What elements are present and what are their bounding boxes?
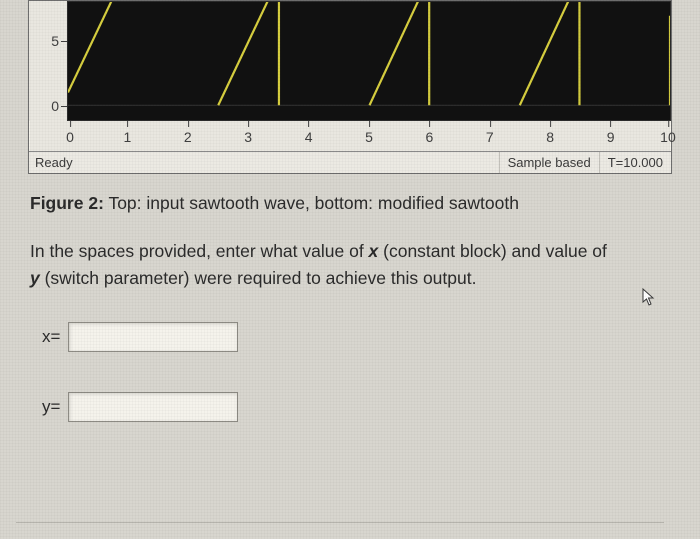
chart-panel: 5 0 [28, 0, 672, 174]
x-tick-8: 8 [546, 129, 554, 145]
status-time: T=10.000 [600, 152, 671, 173]
chart-svg [68, 2, 670, 120]
x-tick-2: 2 [184, 129, 192, 145]
prompt-part-1: In the spaces provided, enter what value… [30, 241, 369, 261]
x-tick-9: 9 [607, 129, 615, 145]
x-input[interactable] [68, 322, 238, 352]
figure-caption: Figure 2: Top: input sawtooth wave, bott… [30, 192, 670, 216]
var-x: x [369, 241, 379, 261]
figure-label: Figure 2: [30, 193, 104, 213]
answer-fields: x= y= [42, 322, 672, 422]
status-mode: Sample based [500, 152, 600, 173]
plot-area [67, 1, 671, 121]
var-y: y [30, 268, 40, 288]
y-label: y= [42, 397, 60, 417]
y-tick-0: 0 [51, 98, 59, 114]
figure-caption-text: Top: input sawtooth wave, bottom: modifi… [104, 193, 519, 213]
y-tick-5: 5 [51, 33, 59, 49]
question-prompt: In the spaces provided, enter what value… [30, 238, 670, 292]
prompt-part-3: (switch parameter) were required to achi… [40, 268, 477, 288]
prompt-part-2: (constant block) and value of [378, 241, 607, 261]
x-tick-10: 10 [660, 129, 676, 145]
x-tick-1: 1 [123, 129, 131, 145]
divider [16, 522, 664, 523]
field-row-y: y= [42, 392, 672, 422]
x-tick-4: 4 [305, 129, 313, 145]
field-row-x: x= [42, 322, 672, 352]
x-tick-0: 0 [66, 129, 74, 145]
status-bar: Ready Sample based T=10.000 [29, 151, 671, 173]
x-tick-3: 3 [244, 129, 252, 145]
y-input[interactable] [68, 392, 238, 422]
series-modified-sawtooth [68, 2, 670, 105]
x-tick-7: 7 [486, 129, 494, 145]
y-axis: 5 0 [29, 1, 67, 121]
x-label: x= [42, 327, 60, 347]
x-tick-6: 6 [425, 129, 433, 145]
x-tick-5: 5 [365, 129, 373, 145]
x-axis: 0 1 2 3 4 5 6 7 8 9 10 [67, 121, 671, 151]
status-ready: Ready [29, 152, 500, 173]
